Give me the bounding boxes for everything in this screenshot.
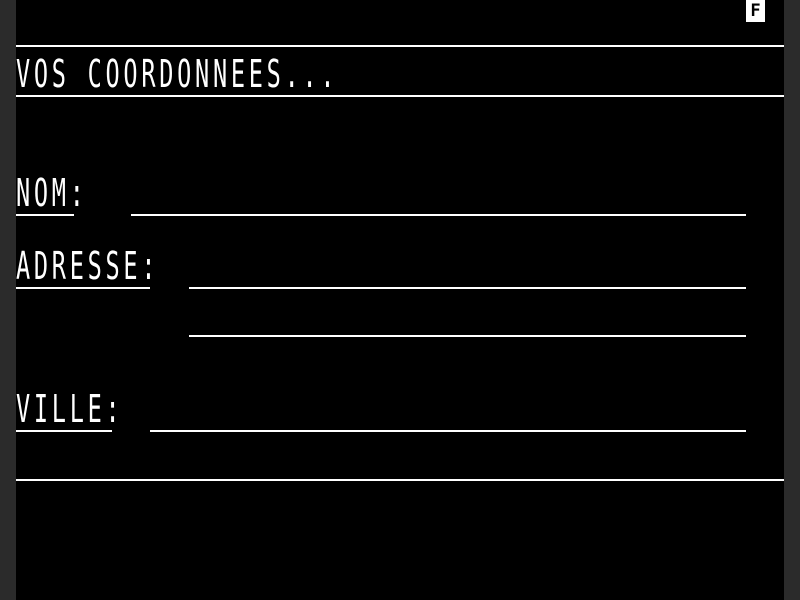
nom-field[interactable]	[131, 214, 746, 216]
ville-label: VILLE:	[16, 387, 124, 431]
nom-label-underline	[16, 214, 74, 216]
form-bottom-rule	[16, 479, 784, 481]
adresse-label: ADRESSE:	[16, 244, 160, 288]
page-title: VOS COORDONNEES...	[16, 52, 339, 96]
minitel-screen: F VOS COORDONNEES... NOM: ADRESSE: VILLE…	[16, 0, 784, 600]
header-bottom-rule	[16, 95, 784, 97]
header-top-rule	[16, 45, 784, 47]
adresse-field-line2[interactable]	[189, 335, 746, 337]
adresse-field-line1[interactable]	[189, 287, 746, 289]
status-indicator: F	[746, 0, 765, 22]
nom-label: NOM:	[16, 171, 88, 215]
ville-label-underline	[16, 430, 112, 432]
ville-field[interactable]	[150, 430, 746, 432]
adresse-label-underline	[16, 287, 150, 289]
